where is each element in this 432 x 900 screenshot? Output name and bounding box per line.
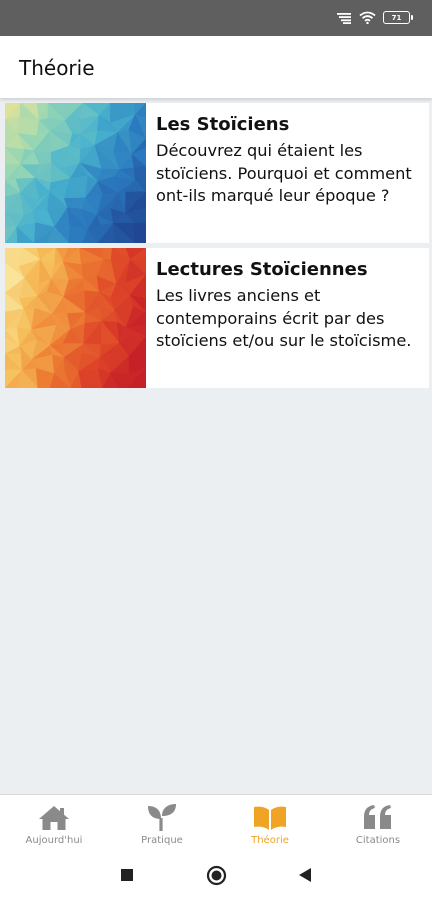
nav-item-theorie[interactable]: Théorie bbox=[216, 795, 324, 850]
nav-label: Citations bbox=[355, 835, 401, 846]
battery-icon: 71 bbox=[383, 11, 413, 24]
page-title: Théorie bbox=[19, 56, 95, 80]
card-description: Découvrez qui étaient les stoïciens. Pou… bbox=[156, 141, 412, 205]
nav-item-pratique[interactable]: Pratique bbox=[108, 795, 216, 850]
nav-label: Aujourd'hui bbox=[25, 835, 83, 846]
quote-icon bbox=[364, 805, 391, 829]
card-title: Lectures Stoïciennes bbox=[156, 259, 368, 280]
status-icons: 71 bbox=[336, 11, 413, 24]
system-nav-bar bbox=[0, 850, 432, 900]
wifi-icon bbox=[359, 11, 376, 24]
card-les-stoiciens[interactable]: Les Stoïciens Découvrez qui étaient les … bbox=[5, 103, 429, 243]
nav-item-citations[interactable]: Citations bbox=[324, 795, 432, 850]
card-thumbnail-warm bbox=[5, 248, 146, 388]
card-description: Les livres anciens et contemporains écri… bbox=[156, 286, 412, 350]
card-title: Les Stoïciens bbox=[156, 114, 290, 135]
card-lectures-stoiciennes[interactable]: Lectures Stoïciennes Les livres anciens … bbox=[5, 248, 429, 388]
card-thumbnail-cool bbox=[5, 103, 146, 243]
signal-icon bbox=[337, 12, 351, 24]
app-bar: Théorie bbox=[0, 36, 432, 98]
nav-label: Pratique bbox=[141, 835, 183, 846]
home-icon bbox=[39, 806, 69, 830]
nav-label: Théorie bbox=[251, 835, 289, 846]
home-button[interactable] bbox=[206, 865, 227, 886]
book-icon bbox=[254, 806, 286, 830]
nav-item-aujourdhui[interactable]: Aujourd'hui bbox=[0, 795, 108, 850]
status-bar: 71 bbox=[0, 0, 432, 36]
recents-button[interactable] bbox=[120, 868, 134, 882]
bottom-nav: Aujourd'hui Pratique Théorie Citations bbox=[0, 794, 432, 850]
battery-level: 71 bbox=[391, 13, 402, 22]
back-button[interactable] bbox=[298, 867, 312, 883]
sprout-icon bbox=[148, 804, 176, 831]
